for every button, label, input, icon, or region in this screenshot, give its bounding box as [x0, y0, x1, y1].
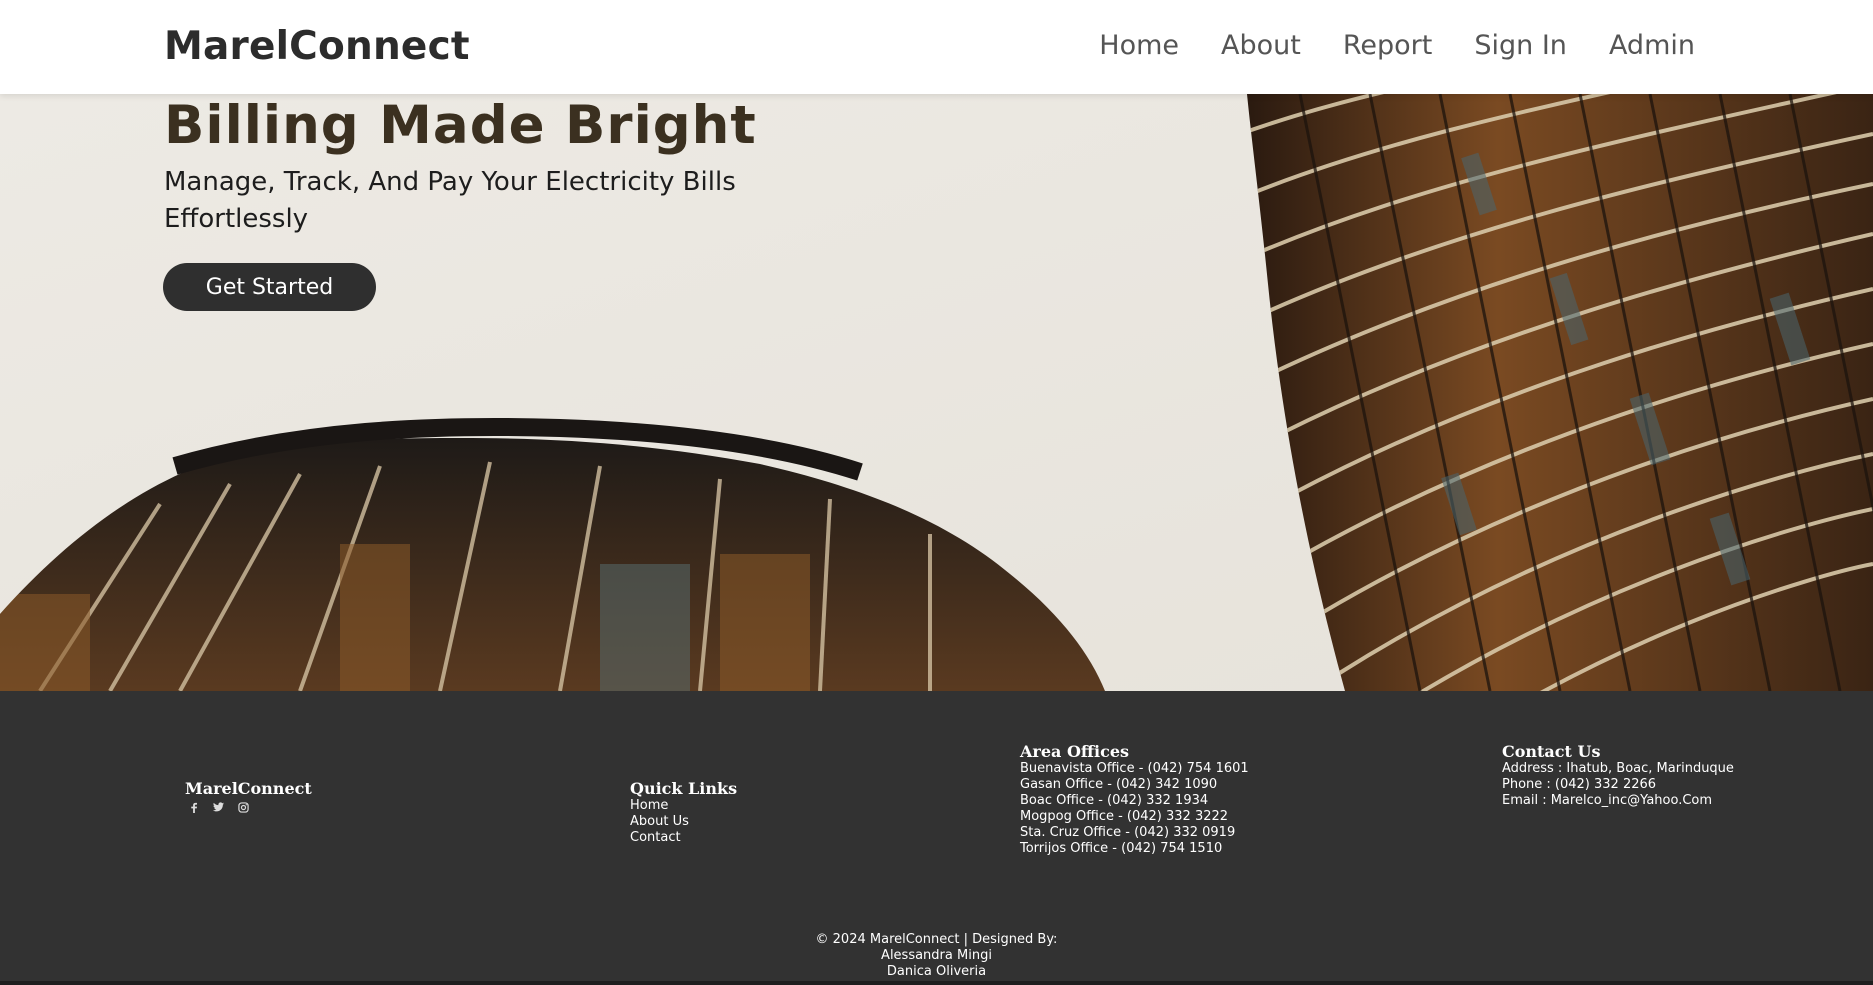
area-offices-title: Area Offices: [1020, 742, 1130, 761]
instagram-icon[interactable]: [238, 801, 249, 813]
site-header: MarelConnect Home About Report Sign In A…: [0, 0, 1873, 94]
footer-brand: MarelConnect: [185, 779, 312, 798]
designer-name: Danica Oliveria: [886, 964, 987, 979]
hero-subtitle: Manage, Track, And Pay Your Electricity …: [164, 167, 736, 234]
quick-links-column: Quick Links Home About Us Contact: [630, 779, 737, 846]
contact-us-title: Contact Us: [1502, 742, 1601, 761]
footer-bottom-rule: [0, 981, 1873, 985]
site-logo[interactable]: MarelConnect: [164, 24, 470, 69]
designer-name: Alessandra Mingi: [881, 948, 992, 963]
footer-link-home[interactable]: Home: [630, 798, 737, 814]
copyright-text: © 2024 MarelConnect | Designed By:: [815, 932, 1058, 947]
facebook-icon[interactable]: [188, 801, 199, 813]
contact-phone: Phone : (042) 332 2266: [1502, 777, 1657, 792]
hero-section: Billing Made Bright Manage, Track, And P…: [0, 94, 1873, 691]
footer-link-about-us[interactable]: About Us: [630, 814, 737, 830]
office-mogpog: Mogpog Office - (042) 332 3222: [1020, 809, 1229, 824]
quick-links-title: Quick Links: [630, 779, 738, 798]
main-nav: Home About Report Sign In Admin: [1099, 30, 1695, 61]
site-footer: MarelConnect Quick Links Home About Us C…: [0, 691, 1873, 985]
office-buenavista: Buenavista Office - (042) 754 1601: [1020, 761, 1249, 776]
social-links: [188, 801, 312, 813]
copyright: © 2024 MarelConnect | Designed By: Aless…: [0, 932, 1873, 980]
office-torrijos: Torrijos Office - (042) 754 1510: [1020, 841, 1223, 856]
nav-sign-in[interactable]: Sign In: [1474, 30, 1567, 61]
hero-title: Billing Made Bright: [164, 95, 757, 156]
footer-brand-column: MarelConnect: [185, 779, 312, 813]
nav-admin[interactable]: Admin: [1609, 30, 1695, 61]
nav-about[interactable]: About: [1221, 30, 1301, 61]
office-boac: Boac Office - (042) 332 1934: [1020, 793, 1209, 808]
get-started-button[interactable]: Get Started: [163, 263, 376, 311]
twitter-icon[interactable]: [213, 801, 224, 813]
area-offices-column: Area Offices Buenavista Office - (042) 7…: [1020, 742, 1249, 857]
nav-home[interactable]: Home: [1099, 30, 1179, 61]
office-gasan: Gasan Office - (042) 342 1090: [1020, 777, 1218, 792]
office-sta-cruz: Sta. Cruz Office - (042) 332 0919: [1020, 825, 1236, 840]
contact-email: Email : Marelco_inc@Yahoo.Com: [1502, 793, 1713, 808]
contact-address: Address : Ihatub, Boac, Marinduque: [1502, 761, 1734, 776]
nav-report[interactable]: Report: [1343, 30, 1433, 61]
footer-link-contact[interactable]: Contact: [630, 830, 737, 846]
contact-us-column: Contact Us Address : Ihatub, Boac, Marin…: [1502, 742, 1734, 809]
